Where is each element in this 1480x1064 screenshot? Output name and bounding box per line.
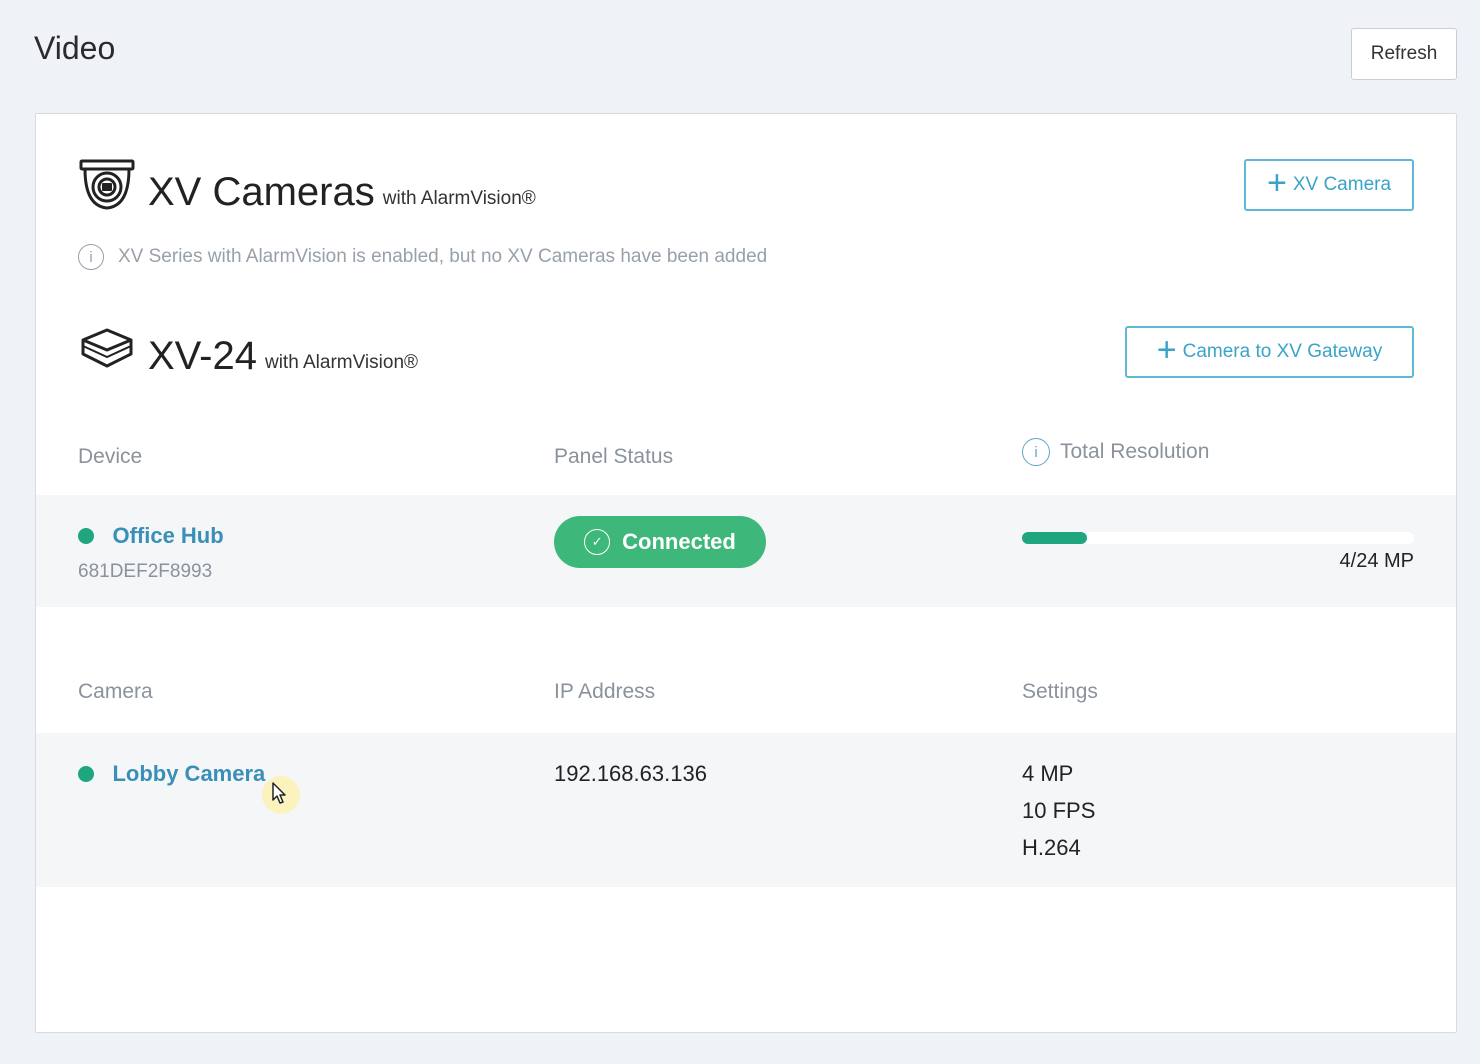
camera-name-cell: Lobby Camera [78, 761, 265, 787]
xv-cameras-header: XV Cameras with AlarmVision® [78, 158, 536, 212]
xv24-subtitle: with AlarmVision® [264, 352, 419, 373]
column-header-camera: Camera [78, 680, 153, 703]
add-camera-to-gateway-button[interactable]: + Camera to XV Gateway [1125, 326, 1414, 378]
xv24-title: XV-24 [148, 334, 257, 378]
plus-icon: + [1156, 331, 1177, 369]
plus-icon: + [1266, 164, 1287, 202]
online-status-dot [78, 766, 94, 782]
refresh-button[interactable]: Refresh [1351, 28, 1457, 80]
add-xv-camera-button[interactable]: + XV Camera [1244, 159, 1414, 211]
camera-link[interactable]: Lobby Camera [112, 761, 265, 786]
resolution-text: 4/24 MP [1339, 550, 1414, 572]
device-link[interactable]: Office Hub [112, 523, 223, 548]
video-card: XV Cameras with AlarmVision® + XV Camera… [35, 113, 1457, 1033]
camera-ip: 192.168.63.136 [554, 761, 707, 786]
column-header-panel-status: Panel Status [554, 445, 674, 468]
xv-cameras-subtitle: with AlarmVision® [382, 188, 536, 209]
total-resolution-label: Total Resolution [1060, 440, 1210, 463]
dome-camera-icon [79, 159, 135, 210]
xv-cameras-info: i XV Series with AlarmVision is enabled,… [78, 244, 767, 270]
device-name-cell: Office Hub [78, 523, 224, 549]
add-camera-to-gateway-label: Camera to XV Gateway [1182, 341, 1383, 362]
online-status-dot [78, 528, 94, 544]
column-header-ip-address: IP Address [554, 680, 656, 703]
column-header-settings: Settings [1022, 680, 1098, 703]
column-header-total-resolution: i Total Resolution [1022, 438, 1209, 466]
xv-cameras-title: XV Cameras [148, 170, 375, 214]
mouse-cursor-icon [272, 782, 286, 804]
resolution-progress-fill [1022, 532, 1088, 544]
camera-setting-resolution: 4 MP [1022, 761, 1074, 786]
info-icon[interactable]: i [1022, 438, 1050, 466]
resolution-progress-bar [1022, 532, 1414, 544]
table-row: Lobby Camera 192.168.63.136 4 MP 10 FPS … [36, 733, 1456, 887]
status-badge: ✓ Connected [554, 516, 766, 568]
gateway-icon [81, 328, 133, 368]
camera-setting-fps: 10 FPS [1022, 798, 1096, 823]
xv24-header: XV-24 with AlarmVision® [78, 322, 418, 376]
xv-cameras-info-text: XV Series with AlarmVision is enabled, b… [118, 246, 768, 267]
check-icon: ✓ [584, 529, 611, 555]
status-badge-label: Connected [622, 529, 736, 554]
column-header-device: Device [78, 445, 143, 468]
info-icon: i [78, 244, 104, 270]
add-xv-camera-label: XV Camera [1292, 174, 1392, 195]
page-title: Video [34, 30, 116, 66]
camera-setting-codec: H.264 [1022, 835, 1081, 860]
device-serial: 681DEF2F8993 [78, 561, 213, 582]
